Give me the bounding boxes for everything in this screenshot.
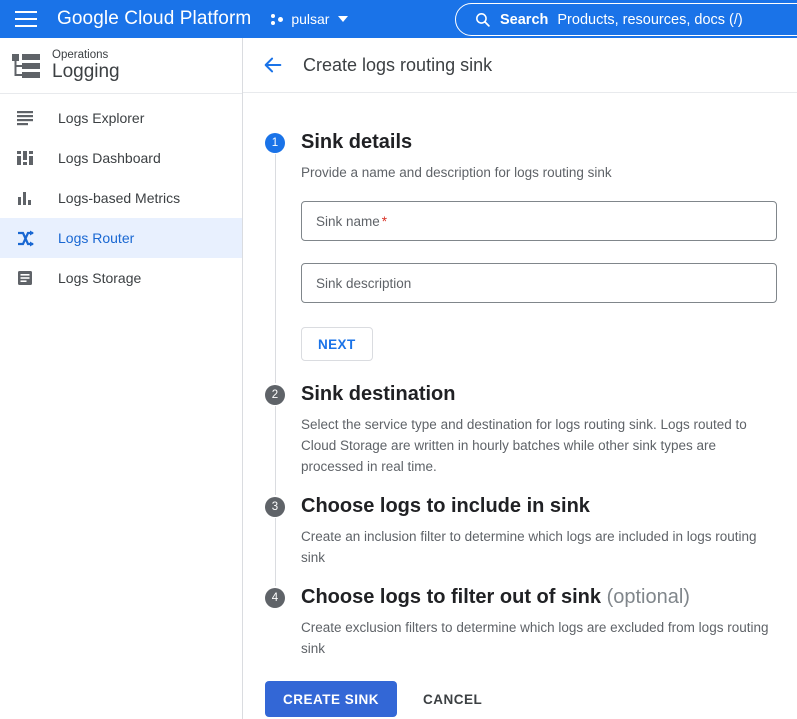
sidebar-item-logs-storage[interactable]: Logs Storage [0,258,242,298]
step-description: Create exclusion filters to determine wh… [301,620,769,656]
search-icon [476,13,490,27]
logging-hierarchy-icon [12,53,40,78]
sidebar-item-label: Logs Router [58,230,135,246]
project-selector[interactable]: pulsar [271,11,349,27]
sidebar-item-logs-router[interactable]: Logs Router [0,218,242,258]
sidebar-item-label: Logs Storage [58,270,142,286]
sidebar-nav: Logs Explorer Logs Dashboard Logs-based … [0,94,242,298]
sidebar-item-label: Logs Dashboard [58,150,161,166]
required-asterisk: * [381,213,388,229]
step-title-text: Choose logs to filter out of sink [301,586,601,608]
list-lines-icon [14,107,36,129]
google-cloud-platform-logo[interactable]: Google Cloud Platform [57,8,251,30]
step-choose-logs-filter-out: 4 Choose logs to filter out of sink (opt… [265,586,797,659]
sink-name-input[interactable]: Sink name * [301,201,777,241]
sidebar: Operations Logging Logs Explorer Logs Da… [0,38,243,719]
product-header: Operations Logging [0,38,242,94]
project-name-label: pulsar [291,11,330,27]
step-sink-destination: 2 Sink destination Select the service ty… [265,383,797,495]
search-input[interactable]: Search Products, resources, docs (/) [455,3,797,36]
dashboard-icon [14,147,36,169]
step-description: Select the service type and destination … [301,417,747,474]
create-sink-button[interactable]: CREATE SINK [265,681,398,717]
sink-name-placeholder: Sink name [316,213,380,229]
sink-creation-stepper: 1 Sink details Provide a name and descri… [243,93,797,659]
step-number-badge: 4 [265,587,285,608]
back-arrow-icon[interactable] [259,51,287,79]
product-title-label: Logging [52,61,120,83]
page-header: Create logs routing sink [243,38,797,93]
page-title: Create logs routing sink [303,54,493,75]
step-number-badge: 2 [265,384,285,405]
main-content: Create logs routing sink 1 Sink details … [243,38,797,719]
next-button[interactable]: NEXT [301,327,373,361]
product-suite-label: Operations [52,49,109,61]
hamburger-menu-icon[interactable] [15,11,37,27]
sink-description-input[interactable]: Sink description [301,263,777,303]
step-title: Sink details [301,131,413,153]
sidebar-item-label: Logs Explorer [58,110,145,126]
storage-doc-icon [14,267,36,289]
top-app-bar: Google Cloud Platform pulsar Search Prod… [0,0,797,38]
step-description: Provide a name and description for logs … [301,165,612,180]
project-dots-icon [271,13,284,26]
cancel-button[interactable]: CANCEL [409,681,496,717]
search-label: Search [500,11,549,28]
shuffle-route-icon [14,227,36,249]
sidebar-item-logs-explorer[interactable]: Logs Explorer [0,98,242,138]
chevron-down-icon [338,16,349,22]
sidebar-item-logs-based-metrics[interactable]: Logs-based Metrics [0,178,242,218]
step-optional-label: (optional) [606,586,690,608]
bar-chart-icon [14,187,36,209]
step-description: Create an inclusion filter to determine … [301,529,757,565]
sidebar-item-logs-dashboard[interactable]: Logs Dashboard [0,138,242,178]
sink-description-placeholder: Sink description [316,275,412,291]
sidebar-item-label: Logs-based Metrics [58,190,181,206]
search-placeholder: Products, resources, docs (/) [557,11,743,28]
step-sink-details: 1 Sink details Provide a name and descri… [265,131,797,383]
step-number-badge: 1 [265,132,285,153]
step-title: Sink destination [301,383,456,405]
step-choose-logs-include: 3 Choose logs to include in sink Create … [265,495,797,586]
step-title: Choose logs to filter out of sink (optio… [301,586,690,609]
step-title: Choose logs to include in sink [301,495,590,517]
form-actions: CREATE SINK CANCEL [243,681,797,717]
step-number-badge: 3 [265,496,285,517]
